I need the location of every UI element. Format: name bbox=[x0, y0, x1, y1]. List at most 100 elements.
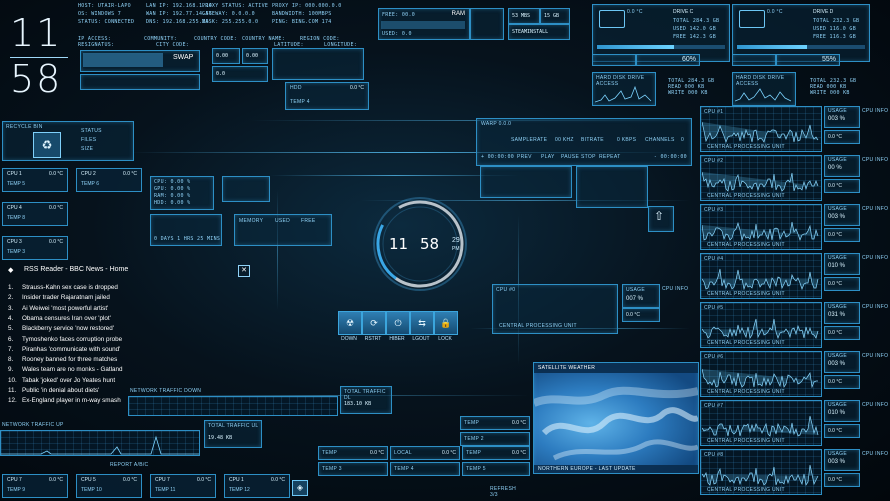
rss-item[interactable]: 10. Tabak 'joked' over Jo Yeates hunt bbox=[8, 377, 115, 384]
rss-item[interactable]: 5. Blackberry service 'now restored' bbox=[8, 325, 114, 332]
rss-item[interactable]: 6. Tymoshenko faces corruption probe bbox=[8, 336, 122, 343]
rss-item[interactable]: 1. Strauss-Kahn sex case is dropped bbox=[8, 284, 118, 291]
upload-button[interactable]: ⇧ bbox=[648, 206, 674, 232]
rss-item-title: Tymoshenko faces corruption probe bbox=[22, 335, 123, 343]
rss-item-number: 9. bbox=[8, 366, 14, 374]
cpu-graph-row: CPU #7 CENTRAL PROCESSING UNIT USAGE 010 % 0… bbox=[700, 400, 890, 448]
rss-item[interactable]: 12. Ex-England player in m-way smash bbox=[8, 397, 121, 404]
temp-box-1: TEMP 2 bbox=[460, 432, 530, 446]
big-clock-hour: 11 bbox=[10, 11, 63, 55]
cpu-box-bottom: CPU 7 0.0 °C TEMP 11 bbox=[150, 474, 216, 498]
rss-item-title: Insider trader Rajaratnam jailed bbox=[22, 294, 110, 302]
cpu-temp-box: 0.0 °C bbox=[824, 130, 860, 144]
drive-d-access-graph: HARD DISK DRIVE ACCESS bbox=[732, 72, 796, 106]
player-pause[interactable]: PAUSE bbox=[561, 154, 579, 160]
rss-item[interactable]: 3. Ai Weiwei 'most powerful artist' bbox=[8, 305, 108, 312]
down-button[interactable]: ☢ bbox=[338, 311, 362, 335]
swap-bar bbox=[83, 53, 163, 67]
player-stop[interactable]: STOP bbox=[581, 154, 596, 160]
rss-item-title: Obama censures Iran over 'plot' bbox=[22, 314, 111, 322]
swap-icon: ⇆ bbox=[418, 317, 426, 328]
cpu-usage-graph: CPU #2 CENTRAL PROCESSING UNIT bbox=[700, 155, 822, 201]
ram-bar bbox=[381, 21, 465, 29]
satellite-weather[interactable]: SATELLITE WEATHER NORTHERN EUROPE - LAST… bbox=[533, 362, 699, 474]
cpu-temp-box: 0.0 °C bbox=[824, 179, 860, 193]
net-grid-box bbox=[272, 48, 364, 80]
cpu0-temp: 0.0 °C bbox=[622, 308, 660, 322]
rss-item-title: Ai Weiwei 'most powerful artist' bbox=[22, 304, 109, 312]
net-proxy-ip: PROXY IP: 000.000.0.0 bbox=[272, 3, 342, 9]
player-time-left: + 00:00:00 bbox=[481, 154, 515, 160]
rss-item-title: Wales team are no monks - Gatland bbox=[22, 366, 123, 374]
cpu-usage-graph: CPU #5 CENTRAL PROCESSING UNIT bbox=[700, 302, 822, 348]
cpu-usage-graph: CPU #4 CENTRAL PROCESSING UNIT bbox=[700, 253, 822, 299]
rss-item-title: Piranhas 'communicate with sound' bbox=[22, 345, 121, 353]
cpu-box-left-2: CPU 3 0.0 °C TEMP 3 bbox=[2, 236, 68, 260]
cpu-graph-row: CPU #3 CENTRAL PROCESSING UNIT USAGE 003 % 0… bbox=[700, 204, 890, 252]
hiber-button[interactable]: ⏻ bbox=[386, 311, 410, 335]
drive-c-small-box bbox=[592, 54, 636, 66]
traffic-down-title: NETWORK TRAFFIC DOWN bbox=[130, 388, 202, 394]
rss-item-title: Tabak 'joked' over Jo Yeates hunt bbox=[22, 376, 116, 384]
rss-item[interactable]: 2. Insider trader Rajaratnam jailed bbox=[8, 294, 110, 301]
traffic-down-total: TOTAL TRAFFIC DL 183.10 KB bbox=[340, 386, 392, 414]
rss-item[interactable]: 9. Wales team are no monks - Gatland bbox=[8, 366, 123, 373]
cpu-temp-box: 0.0 °C bbox=[824, 326, 860, 340]
recycle-bin-icon[interactable]: ♻ bbox=[33, 132, 61, 158]
cpu-usage-graph: CPU #6 CENTRAL PROCESSING UNIT bbox=[700, 351, 822, 397]
rss-close-icon[interactable]: ✕ bbox=[238, 265, 250, 277]
temp-box-4: TEMP 3 bbox=[318, 462, 388, 476]
cpu0-graph: CPU #0 CENTRAL PROCESSING UNIT bbox=[492, 284, 618, 334]
app-icon[interactable]: ◈ bbox=[292, 480, 308, 496]
refresh-label: REFRESH 3/3 bbox=[490, 486, 516, 498]
drive-c-percent: 60% bbox=[681, 56, 696, 63]
player-play[interactable]: PLAY bbox=[541, 154, 555, 160]
rss-item-number: 7. bbox=[8, 345, 14, 353]
cpu-sparkline bbox=[702, 171, 819, 192]
rss-item[interactable]: 4. Obama censures Iran over 'plot' bbox=[8, 315, 111, 322]
rss-item[interactable]: 8. Rooney banned for three matches bbox=[8, 356, 117, 363]
cpu0-info: CPU INFO bbox=[662, 286, 689, 292]
uptime: 0 DAYS 1 HRS 25 MINS bbox=[154, 236, 221, 242]
rss-item-number: 1. bbox=[8, 284, 14, 291]
net-host: HOST: UTAIR-LAPO bbox=[78, 3, 131, 9]
rstrt-button[interactable]: ⟳ bbox=[362, 311, 386, 335]
loc-label-2: COUNTRY CODE: bbox=[194, 36, 238, 42]
cpu-temp-box: 0.0 °C bbox=[824, 277, 860, 291]
hdd-temp-box: HDD 0.0 °C TEMP 4 bbox=[285, 82, 369, 110]
rss-item[interactable]: 11. Public 'in denial about diets' bbox=[8, 387, 99, 394]
player-repeat[interactable]: REPEAT bbox=[599, 154, 620, 160]
cpu-sparkline bbox=[702, 221, 819, 241]
player-prev[interactable]: PREV bbox=[517, 154, 532, 160]
drive-c-spark bbox=[595, 85, 652, 103]
net-status: STATUS: CONNECTED bbox=[78, 19, 135, 25]
ram-label: RAM bbox=[451, 11, 465, 17]
drive-d-percent: 55% bbox=[821, 56, 836, 63]
cpu-usage-box: USAGE 003 % bbox=[824, 351, 860, 373]
rss-item-number: 2. bbox=[8, 294, 14, 302]
cpu-sparkline bbox=[702, 464, 819, 486]
lgout-button[interactable]: ⇆ bbox=[410, 311, 434, 335]
loc-row-1: CITY CODE: bbox=[156, 42, 190, 48]
cpu-usage-graph: CPU #7 CENTRAL PROCESSING UNIT bbox=[700, 400, 822, 446]
cpu-usage-box: USAGE 010 % bbox=[824, 253, 860, 275]
weather-map bbox=[534, 386, 698, 461]
net-gateway: GATEWAY: 0.0.0.0 bbox=[202, 11, 255, 17]
lock-button[interactable]: 🔒 bbox=[434, 311, 458, 335]
cpu-temp-box: 0.0 °C bbox=[824, 473, 860, 487]
center-cpu-stats: CPU: 0.00 % GPU: 0.00 % RAM: 0.00 % HDD:… bbox=[150, 176, 214, 210]
cpu-info-label: CPU INFO bbox=[862, 451, 889, 457]
equalizer-box bbox=[576, 166, 648, 208]
cpu-box-bottom: CPU 5 0.0 °C TEMP 10 bbox=[76, 474, 142, 498]
rss-item[interactable]: 7. Piranhas 'communicate with sound' bbox=[8, 346, 120, 353]
ram-free: FREE: 00.0 bbox=[382, 12, 416, 18]
clock-ampm: PM bbox=[452, 246, 460, 252]
cpu-usage-box: USAGE 003 % bbox=[824, 106, 860, 128]
drive-d-usage-bar bbox=[737, 45, 865, 49]
cpu-graph-row: CPU #6 CENTRAL PROCESSING UNIT USAGE 003 % 0… bbox=[700, 351, 890, 399]
cpu-graph-row: CPU #4 CENTRAL PROCESSING UNIT USAGE 010 % 0… bbox=[700, 253, 890, 301]
recycle-bin-panel[interactable]: RECYCLE BIN ♻ STATUS FILES SIZE bbox=[2, 121, 134, 161]
swap-value-box-2: 0.00 bbox=[242, 48, 268, 64]
loc-row-0: RESIGNATUS: bbox=[78, 42, 115, 48]
net-bandwidth: BANDWIDTH: 100MBPS bbox=[272, 11, 332, 17]
